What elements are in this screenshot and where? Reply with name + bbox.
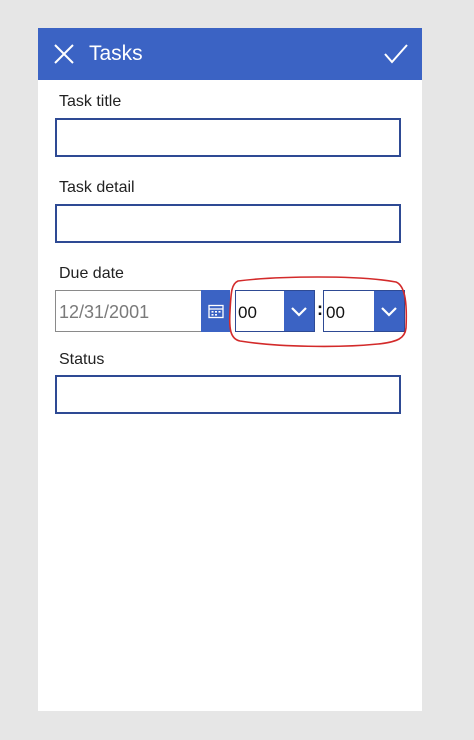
task-title-input[interactable] (55, 118, 401, 157)
calendar-button[interactable] (201, 290, 230, 332)
task-title-label: Task title (59, 93, 122, 110)
minute-value: 00 (326, 303, 345, 322)
due-date-label: Due date (59, 265, 124, 282)
task-detail-input[interactable] (55, 204, 401, 243)
hour-value: 00 (238, 303, 257, 322)
calendar-icon (207, 304, 224, 318)
task-detail-label: Task detail (59, 179, 135, 196)
due-date-picker[interactable]: 12/31/2001 (55, 290, 201, 332)
hour-dropdown[interactable]: 00 (235, 290, 315, 332)
minute-dropdown-toggle[interactable] (374, 291, 404, 331)
chevron-down-icon (291, 306, 307, 317)
page-title: Tasks (89, 42, 143, 65)
checkmark-icon (384, 44, 408, 64)
close-icon (54, 44, 74, 64)
due-date-value: 12/31/2001 (59, 302, 150, 322)
status-label: Status (59, 351, 105, 368)
minute-dropdown[interactable]: 00 (323, 290, 405, 332)
app-screen: Tasks Task title Task detail Due date 12… (38, 28, 422, 711)
hour-dropdown-toggle[interactable] (284, 291, 314, 331)
close-button[interactable] (50, 40, 78, 68)
confirm-button[interactable] (382, 40, 410, 68)
header-bar: Tasks (38, 28, 422, 80)
chevron-down-icon (381, 306, 397, 317)
status-input[interactable] (55, 375, 401, 414)
